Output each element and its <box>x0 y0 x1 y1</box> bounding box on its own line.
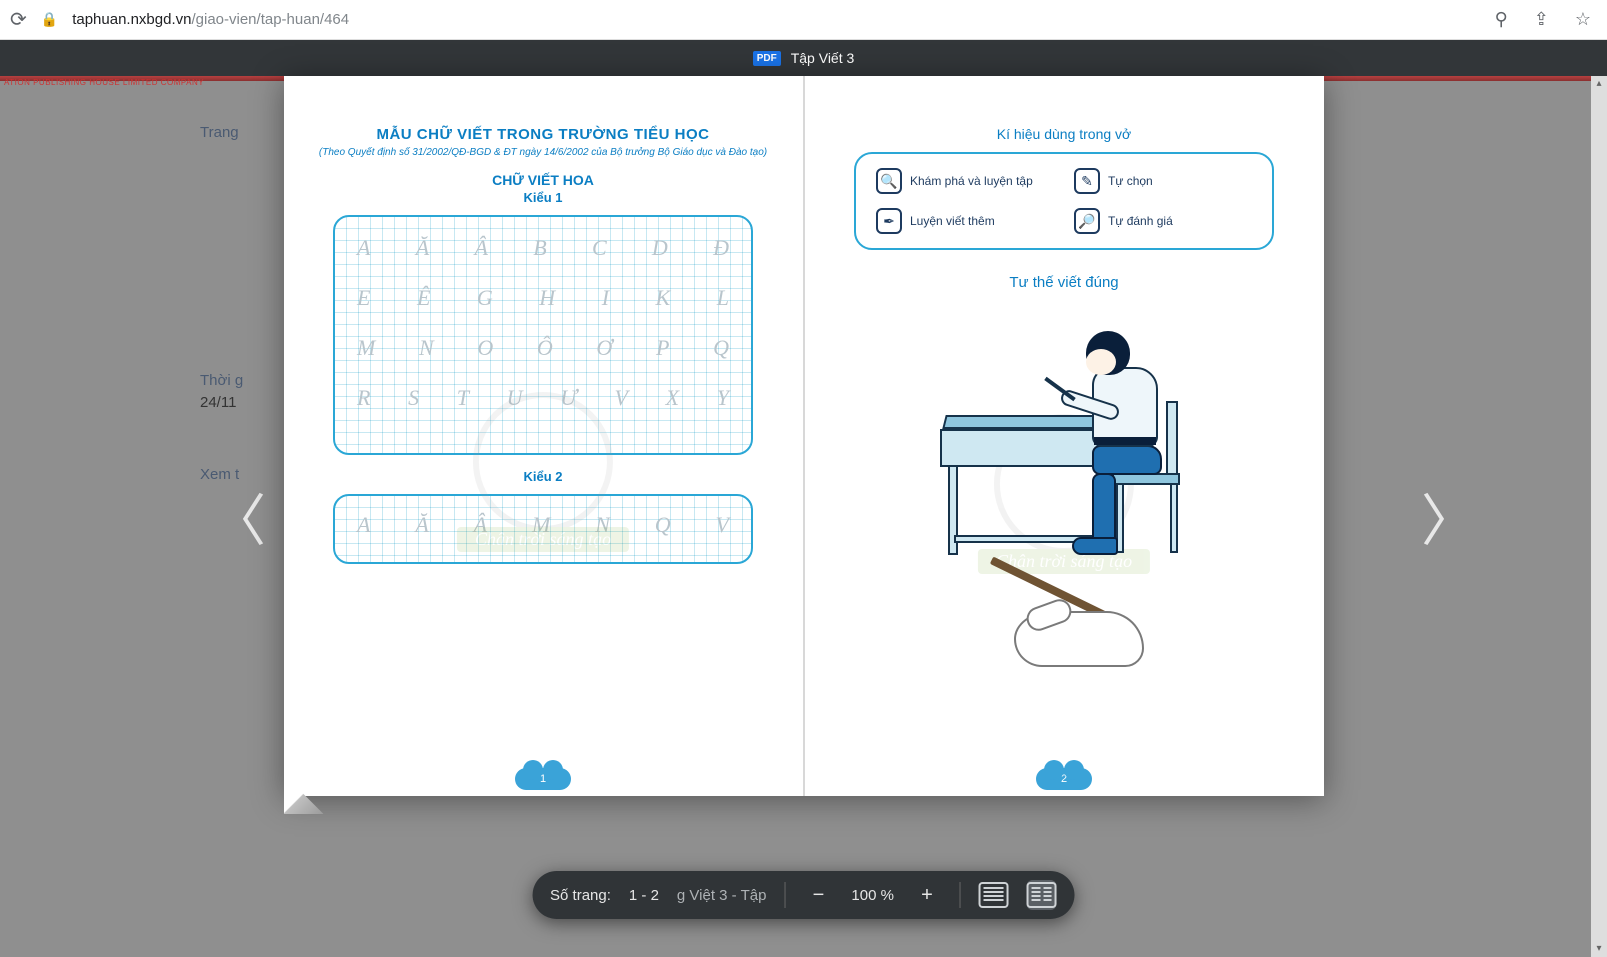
toolbar-hidden-text: g Việt 3 - Tập <box>677 887 767 904</box>
letter: A <box>357 512 370 538</box>
letter: R <box>357 385 370 411</box>
page-label: Số trang: <box>550 887 611 904</box>
letter: P <box>656 335 669 361</box>
legend-item: ✒ Luyện viết thêm <box>876 208 1054 234</box>
scroll-up-icon[interactable]: ▴ <box>1591 76 1607 92</box>
letter: Y <box>717 385 729 411</box>
legend-icon: 🔍 <box>876 168 902 194</box>
bg-thoi: Thời g <box>200 372 243 389</box>
reload-icon[interactable]: ⟳ <box>10 7 27 32</box>
page-number-right: 2 <box>1036 768 1092 790</box>
prev-page-button[interactable]: 〈 <box>210 476 266 557</box>
publisher-strip: ATION PUBLISHING HOUSE LIMITED COMPANY <box>0 76 208 89</box>
letter: Đ <box>713 235 729 261</box>
url-path: /giao-vien/tap-huan/464 <box>191 11 349 28</box>
letter: Ơ <box>596 335 612 361</box>
legend-item: 🔎 Tự đánh giá <box>1074 208 1252 234</box>
browser-chrome: ⟳ 🔒 taphuan.nxbgd.vn/giao-vien/tap-huan/… <box>0 0 1607 40</box>
legend-icon: 🔎 <box>1074 208 1100 234</box>
letter: O <box>477 335 493 361</box>
url-bar[interactable]: taphuan.nxbgd.vn/giao-vien/tap-huan/464 <box>72 11 349 28</box>
pdf-title-bar: PDF Tập Viết 3 <box>0 40 1607 76</box>
legend-icon: ✎ <box>1074 168 1100 194</box>
page-number-left: 1 <box>515 768 571 790</box>
letter: L <box>717 285 729 311</box>
hand-illustration <box>964 593 1164 683</box>
double-page-view-button[interactable] <box>1027 880 1057 910</box>
zoom-out-button[interactable]: − <box>803 880 833 910</box>
scrollbar[interactable] <box>1591 76 1607 957</box>
letter: Ê <box>417 285 430 311</box>
legend-label: Khám phá và luyện tập <box>910 174 1033 188</box>
zoom-in-button[interactable]: + <box>912 880 942 910</box>
letter: Ô <box>537 335 553 361</box>
letter: V <box>716 512 729 538</box>
legend-title: Kí hiệu dùng trong vở <box>835 126 1294 142</box>
next-page-button[interactable]: 〉 <box>1421 476 1477 557</box>
legend-label: Tự chọn <box>1108 174 1153 188</box>
legend-item: ✎ Tự chọn <box>1074 168 1252 194</box>
letter: X <box>666 385 679 411</box>
letter: C <box>592 235 607 261</box>
scroll-down-icon[interactable]: ▾ <box>1591 941 1607 957</box>
lock-icon[interactable]: 🔒 <box>41 11 58 28</box>
single-page-view-button[interactable] <box>979 880 1009 910</box>
letter: Ă <box>415 512 428 538</box>
share-icon[interactable]: ⇪ <box>1528 9 1555 30</box>
letter: S <box>408 385 419 411</box>
zoom-icon[interactable]: ⚲ <box>1489 9 1514 30</box>
watermark: Chân trời sáng tạo <box>457 392 629 552</box>
letter: Â <box>474 235 487 261</box>
left-kieu1: Kiểu 1 <box>314 190 773 205</box>
letter: N <box>419 335 434 361</box>
page-value: 1 - 2 <box>629 887 659 904</box>
page-right: Chân trời sáng tạo Kí hiệu dùng trong vở… <box>805 76 1324 796</box>
letter: M <box>357 335 375 361</box>
viewer-toolbar: Số trang: 1 - 2 g Việt 3 - Tập − 100 % + <box>532 871 1075 919</box>
pdf-viewer: ATION PUBLISHING HOUSE LIMITED COMPANY T… <box>0 76 1607 957</box>
letter: Q <box>655 512 671 538</box>
legend-label: Luyện viết thêm <box>910 214 995 228</box>
legend-icon: ✒ <box>876 208 902 234</box>
bg-date: 24/11 <box>200 394 236 411</box>
letter: Q <box>713 335 729 361</box>
pdf-badge: PDF <box>753 51 781 66</box>
url-host: taphuan.nxbgd.vn <box>72 11 191 28</box>
letter: D <box>652 235 668 261</box>
letter: E <box>357 285 370 311</box>
zoom-value: 100 % <box>851 887 894 904</box>
letter: A <box>357 235 370 261</box>
bg-nav-trang: Trang <box>200 124 239 141</box>
page-left: Chân trời sáng tạo MẪU CHỮ VIẾT TRONG TR… <box>284 76 803 796</box>
letter: G <box>477 285 493 311</box>
left-subtitle: (Theo Quyết định số 31/2002/QĐ-BGD & ĐT … <box>314 147 773 158</box>
posture-illustration <box>934 305 1194 575</box>
legend-label: Tự đánh giá <box>1108 214 1173 228</box>
legend-item: 🔍 Khám phá và luyện tập <box>876 168 1054 194</box>
bookmark-icon[interactable]: ☆ <box>1569 9 1597 30</box>
pdf-title: Tập Viết 3 <box>791 50 855 66</box>
letter: Ă <box>416 235 429 261</box>
left-section: CHỮ VIẾT HOA <box>314 172 773 188</box>
letter: H <box>539 285 555 311</box>
letter: B <box>533 235 546 261</box>
posture-title: Tư thế viết đúng <box>835 274 1294 291</box>
page-spread: Chân trời sáng tạo MẪU CHỮ VIẾT TRONG TR… <box>284 76 1324 796</box>
letter: K <box>656 285 671 311</box>
left-title: MẪU CHỮ VIẾT TRONG TRƯỜNG TIỂU HỌC <box>314 126 773 143</box>
legend-box: 🔍 Khám phá và luyện tập ✎ Tự chọn ✒ Luyện viế… <box>854 152 1274 250</box>
letter: I <box>602 285 609 311</box>
